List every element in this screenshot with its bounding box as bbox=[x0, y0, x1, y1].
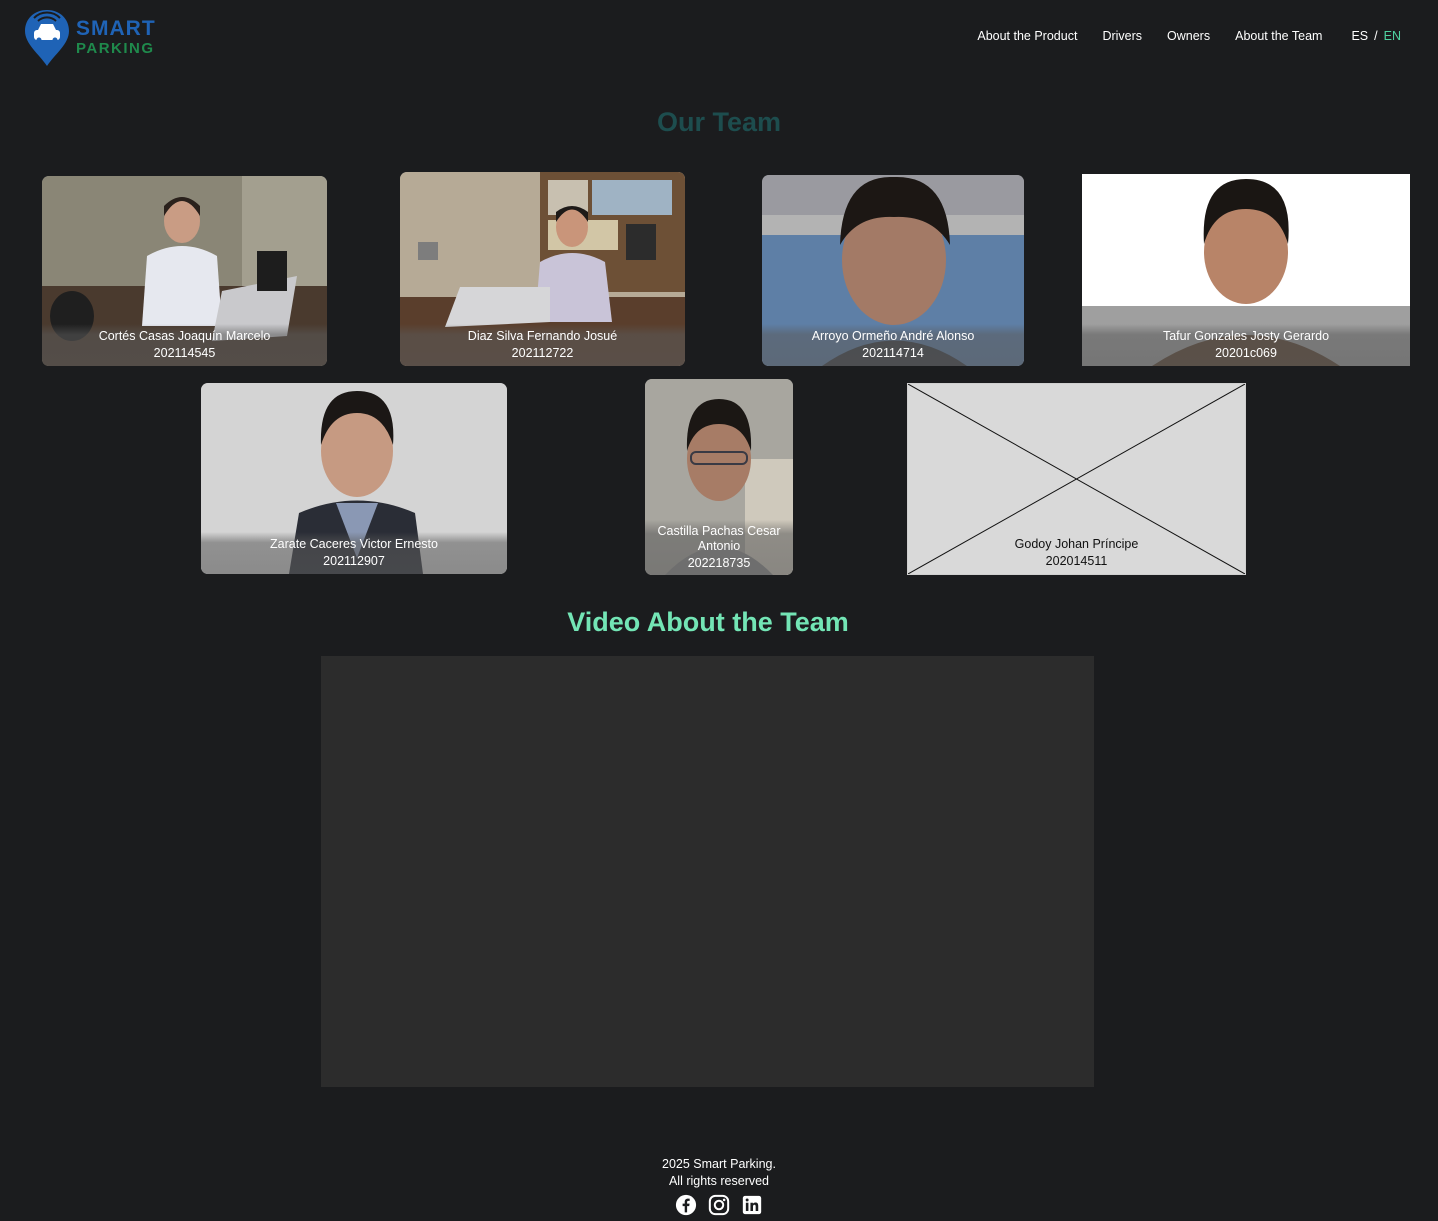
main-nav: About the Product Drivers Owners About t… bbox=[952, 29, 1404, 43]
nav-owners[interactable]: Owners bbox=[1167, 29, 1210, 43]
nav-about-product[interactable]: About the Product bbox=[977, 29, 1077, 43]
member-name: Arroyo Ormeño André Alonso bbox=[811, 329, 975, 343]
member-caption: Cortés Casas Joaquín Marcelo 202114545 bbox=[42, 324, 327, 366]
member-code: 202114714 bbox=[862, 346, 924, 360]
member-caption: Arroyo Ormeño André Alonso 202114714 bbox=[762, 324, 1024, 366]
member-code: 202218735 bbox=[687, 556, 751, 570]
parking-pin-logo-icon bbox=[25, 10, 69, 66]
social-links bbox=[0, 1194, 1438, 1216]
footer: 2025 Smart Parking. All rights reserved bbox=[0, 1156, 1438, 1216]
member-name: Diaz Silva Fernando Josué bbox=[467, 329, 618, 343]
smart-parking-logo[interactable]: SMART PARKING bbox=[24, 6, 156, 68]
logo-word-smart: SMART bbox=[76, 17, 156, 40]
team-member-card: Cortés Casas Joaquín Marcelo 202114545 bbox=[42, 176, 327, 366]
member-caption: Tafur Gonzales Josty Gerardo 20201c069 bbox=[1082, 324, 1410, 366]
team-member-card: Arroyo Ormeño André Alonso 202114714 bbox=[762, 175, 1024, 366]
member-name: Castilla Pachas Cesar Antonio bbox=[657, 524, 781, 553]
member-code: 202112722 bbox=[511, 346, 574, 360]
nav-about-team[interactable]: About the Team bbox=[1235, 29, 1322, 43]
facebook-icon[interactable] bbox=[675, 1194, 697, 1216]
team-member-card: Diaz Silva Fernando Josué 202112722 bbox=[400, 172, 685, 366]
member-name: Zarate Caceres Victor Ernesto bbox=[270, 537, 438, 551]
member-caption: Godoy Johan Príncipe 202014511 bbox=[908, 532, 1245, 574]
team-member-card: Zarate Caceres Victor Ernesto 202112907 bbox=[201, 383, 507, 574]
copyright-text: 2025 Smart Parking. bbox=[662, 1157, 776, 1171]
member-caption: Zarate Caceres Victor Ernesto 202112907 bbox=[201, 532, 507, 574]
team-member-card: Tafur Gonzales Josty Gerardo 20201c069 bbox=[1082, 174, 1410, 366]
instagram-icon[interactable] bbox=[708, 1194, 730, 1216]
nav-drivers[interactable]: Drivers bbox=[1102, 29, 1142, 43]
logo-word-parking: PARKING bbox=[76, 40, 155, 57]
member-code: 202014511 bbox=[1045, 554, 1108, 568]
lang-separator: / bbox=[1374, 29, 1378, 43]
member-caption: Diaz Silva Fernando Josué 202112722 bbox=[400, 324, 685, 366]
lang-es[interactable]: ES bbox=[1351, 29, 1368, 43]
member-caption: Castilla Pachas Cesar Antonio 202218735 bbox=[645, 520, 793, 575]
member-code: 20201c069 bbox=[1215, 346, 1277, 360]
lang-en[interactable]: EN bbox=[1384, 29, 1401, 43]
rights-text: All rights reserved bbox=[668, 1174, 770, 1188]
team-member-card: Godoy Johan Príncipe 202014511 bbox=[907, 383, 1246, 575]
team-member-card: Castilla Pachas Cesar Antonio 202218735 bbox=[645, 379, 793, 575]
member-name: Godoy Johan Príncipe bbox=[1014, 537, 1139, 551]
member-name: Tafur Gonzales Josty Gerardo bbox=[1162, 329, 1330, 343]
team-section-title: Our Team bbox=[656, 107, 782, 137]
member-code: 202114545 bbox=[153, 346, 216, 360]
member-code: 202112907 bbox=[323, 554, 385, 568]
team-video-player[interactable] bbox=[321, 656, 1094, 1087]
video-section-title: Video About the Team bbox=[567, 607, 849, 637]
language-switcher: ES / EN bbox=[1348, 29, 1404, 43]
linkedin-icon[interactable] bbox=[741, 1194, 763, 1216]
member-name: Cortés Casas Joaquín Marcelo bbox=[98, 329, 271, 343]
